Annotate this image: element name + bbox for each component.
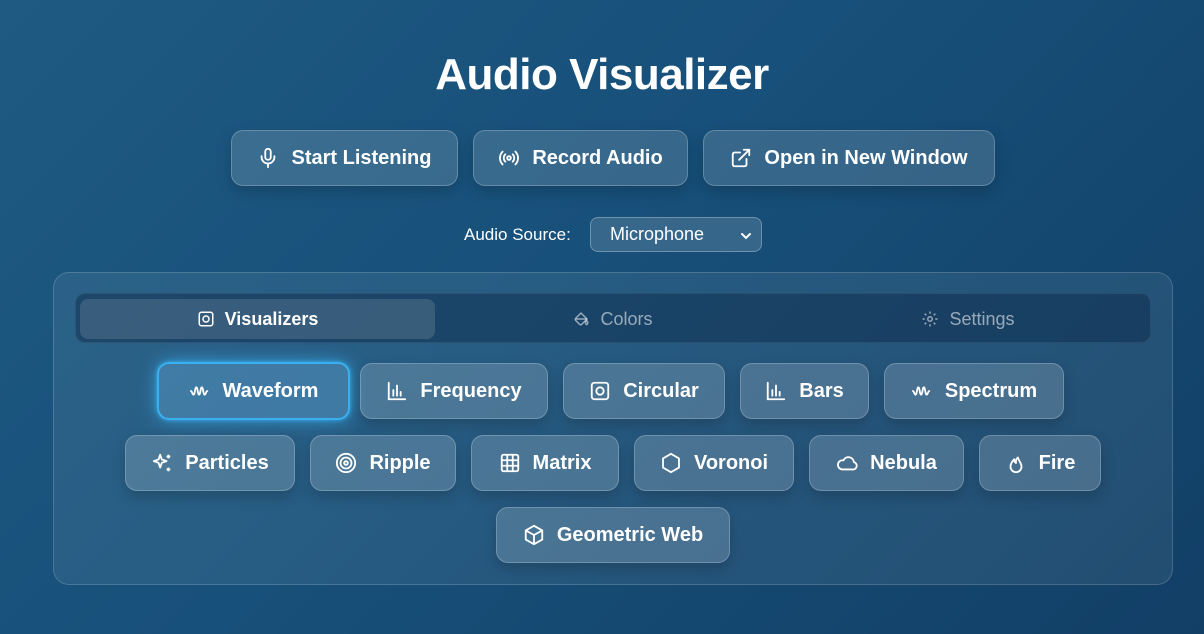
audio-source-select[interactable]: Microphone <box>590 217 762 252</box>
external-link-icon <box>730 147 752 169</box>
audio-source-value: Microphone <box>610 224 705 244</box>
target-icon <box>335 452 357 474</box>
visualizer-fire-button[interactable]: Fire <box>979 435 1101 491</box>
microphone-icon <box>257 147 279 169</box>
visualizer-label: Bars <box>799 379 844 402</box>
flame-icon <box>1005 452 1027 474</box>
visualizer-particles-button[interactable]: Particles <box>125 435 295 491</box>
visualizer-nebula-button[interactable]: Nebula <box>809 435 964 491</box>
tab-settings[interactable]: Settings <box>790 299 1146 339</box>
visualizer-geometric-web-button[interactable]: Geometric Web <box>496 507 730 563</box>
tab-colors-label: Colors <box>600 308 653 329</box>
tab-visualizers[interactable]: Visualizers <box>80 299 435 339</box>
waveform-icon <box>189 380 211 402</box>
visualizer-label: Nebula <box>870 451 937 474</box>
audio-source-label: Audio Source: <box>464 225 571 244</box>
visualizer-label: Spectrum <box>944 379 1038 402</box>
waveform-icon <box>911 380 933 402</box>
visualizer-label: Ripple <box>369 451 431 474</box>
square-circle-icon <box>589 380 611 402</box>
visualizer-label: Geometric Web <box>556 523 704 546</box>
sparkles-icon <box>151 452 173 474</box>
square-circle-icon <box>197 310 215 328</box>
grid-icon <box>499 452 521 474</box>
page-title: Audio Visualizer <box>435 50 769 99</box>
broadcast-icon <box>498 147 520 169</box>
visualizer-label: Fire <box>1038 451 1076 474</box>
bar-chart-icon <box>386 380 408 402</box>
visualizer-spectrum-button[interactable]: Spectrum <box>884 363 1064 419</box>
gear-icon <box>921 310 939 328</box>
visualizer-voronoi-button[interactable]: Voronoi <box>634 435 794 491</box>
cloud-icon <box>836 452 858 474</box>
open-new-window-label: Open in New Window <box>764 146 968 169</box>
visualizer-ripple-button[interactable]: Ripple <box>310 435 456 491</box>
visualizer-label: Particles <box>185 451 269 474</box>
cube-icon <box>523 524 545 546</box>
hexagon-icon <box>660 452 682 474</box>
visualizer-label: Voronoi <box>693 451 769 474</box>
start-listening-label: Start Listening <box>291 146 432 169</box>
visualizer-label: Waveform <box>222 379 319 402</box>
record-audio-button[interactable]: Record Audio <box>473 130 688 186</box>
start-listening-button[interactable]: Start Listening <box>231 130 458 186</box>
visualizer-frequency-button[interactable]: Frequency <box>360 363 548 419</box>
visualizer-label: Circular <box>623 379 699 402</box>
open-new-window-button[interactable]: Open in New Window <box>703 130 995 186</box>
visualizer-circular-button[interactable]: Circular <box>563 363 725 419</box>
visualizer-label: Frequency <box>420 379 522 402</box>
visualizer-waveform-button[interactable]: Waveform <box>157 362 350 420</box>
visualizer-label: Matrix <box>532 451 592 474</box>
tab-visualizers-label: Visualizers <box>224 308 319 329</box>
visualizer-matrix-button[interactable]: Matrix <box>471 435 619 491</box>
paint-bucket-icon <box>572 310 590 328</box>
record-audio-label: Record Audio <box>532 146 663 169</box>
bar-chart-icon <box>765 380 787 402</box>
tab-settings-label: Settings <box>949 308 1015 329</box>
visualizer-bars-button[interactable]: Bars <box>740 363 869 419</box>
chevron-down-icon <box>739 227 753 241</box>
tab-colors[interactable]: Colors <box>435 299 790 339</box>
